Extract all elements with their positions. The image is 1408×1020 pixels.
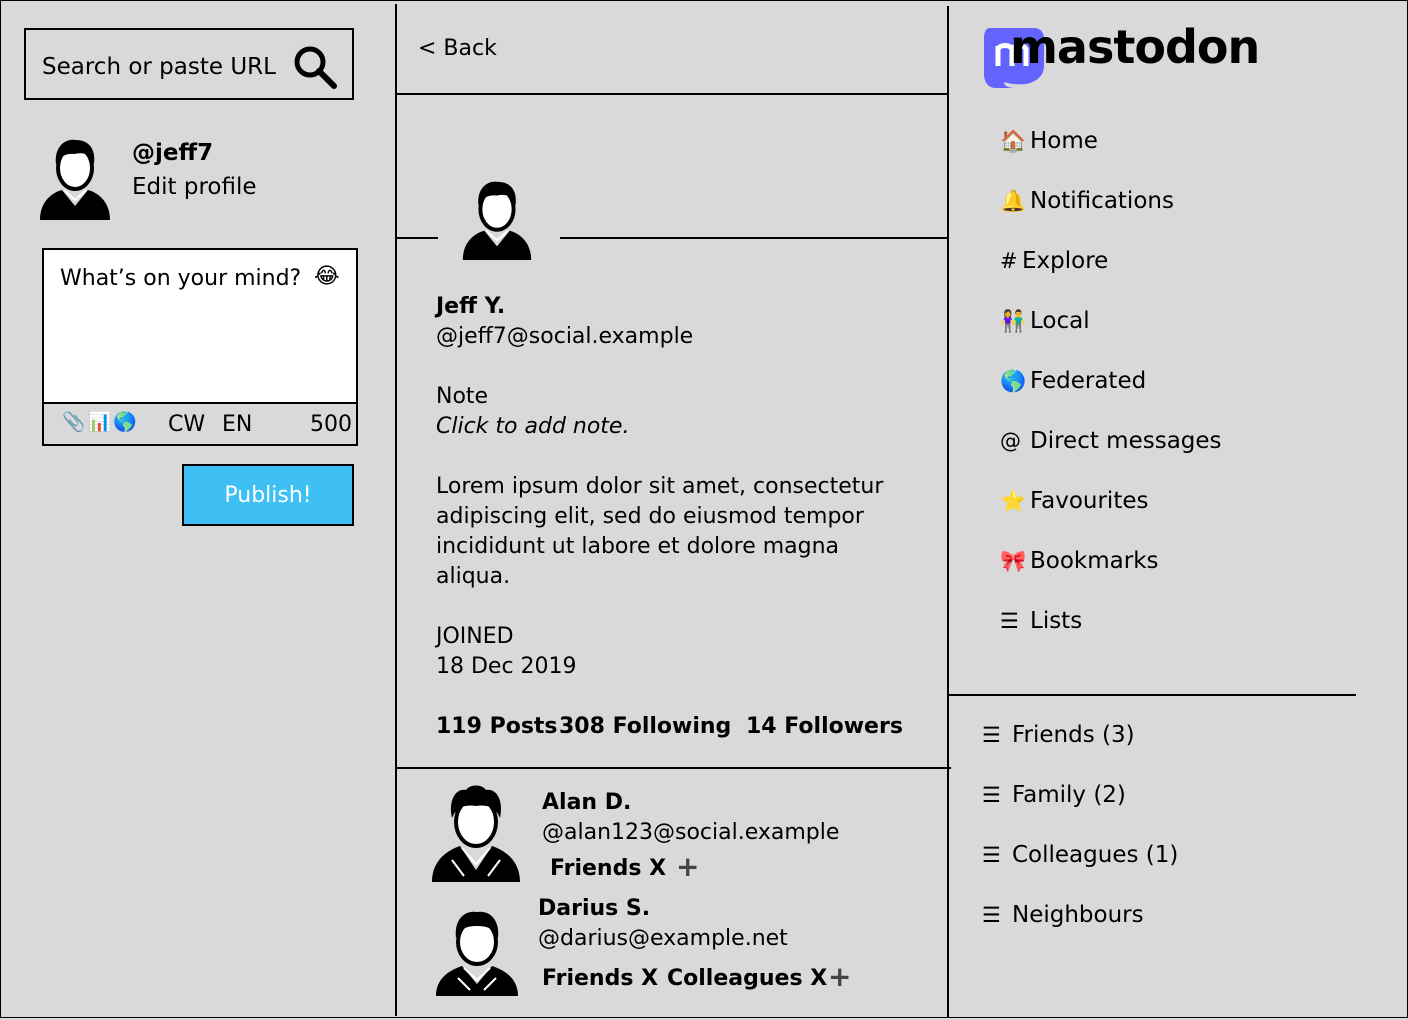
list-icon: ☰: [982, 903, 1001, 927]
profile-divider-right: [560, 237, 948, 239]
posts-count[interactable]: 119 Posts: [436, 714, 558, 739]
column-divider-right: [947, 6, 949, 1018]
list-icon: ☰: [982, 843, 1001, 867]
list-item-family[interactable]: ☰ Family (2): [982, 782, 1126, 808]
joined-label: JOINED: [436, 624, 514, 649]
follow-name[interactable]: Alan D.: [542, 790, 631, 815]
content-warning-button[interactable]: CW: [168, 412, 205, 437]
nav-item-home[interactable]: 🏠 Home: [1000, 128, 1098, 154]
note-label: Note: [436, 384, 489, 409]
list-tag-friends[interactable]: Friends X: [550, 856, 666, 881]
list-item-colleagues[interactable]: ☰ Colleagues (1): [982, 842, 1178, 868]
list-tag-colleagues[interactable]: Colleagues X: [667, 966, 827, 991]
list-item-neighbours[interactable]: ☰ Neighbours: [982, 902, 1144, 928]
add-to-list-icon[interactable]: +: [828, 960, 851, 993]
nav-item-label: Favourites: [1030, 488, 1149, 514]
joined-date: 18 Dec 2019: [436, 654, 577, 679]
follows-divider: [397, 767, 951, 769]
publish-button[interactable]: Publish!: [182, 464, 354, 526]
bell-icon: 🔔: [1000, 188, 1027, 213]
list-icon: ☰: [1000, 609, 1019, 633]
compose-box[interactable]: What’s on your mind? 😂 📎📊🌎 CW EN 500: [42, 248, 358, 446]
following-count[interactable]: 308 Following: [559, 714, 731, 739]
home-icon: 🏠: [1000, 128, 1027, 153]
note-input[interactable]: Click to add note.: [436, 414, 629, 439]
follow-avatar-icon: [432, 785, 520, 882]
language-button[interactable]: EN: [222, 412, 252, 437]
people-icon: 👫: [1000, 308, 1027, 333]
list-item-label: Colleagues (1): [1012, 842, 1179, 868]
user-avatar-icon[interactable]: [40, 136, 110, 220]
follow-avatar-icon: [436, 911, 518, 996]
bio-line: Lorem ipsum dolor sit amet, consectetur: [436, 474, 884, 499]
bio-line: adipiscing elit, sed do eiusmod tempor: [436, 504, 864, 529]
followers-count[interactable]: 14 Followers: [746, 714, 903, 739]
list-icon: ☰: [982, 783, 1001, 807]
globe-icon: 🌎: [1000, 368, 1027, 393]
list-item-friends[interactable]: ☰ Friends (3): [982, 722, 1135, 748]
follow-handle: @alan123@social.example: [542, 820, 840, 845]
compose-toolbar: 📎📊🌎 CW EN 500: [44, 402, 356, 444]
back-button[interactable]: < Back: [418, 36, 497, 61]
compose-textarea[interactable]: What’s on your mind?: [60, 266, 301, 291]
column-divider-left: [395, 4, 397, 1016]
account-handle: @jeff7@social.example: [436, 324, 694, 349]
star-icon: ⭐: [1000, 488, 1027, 513]
list-item-label: Family (2): [1012, 782, 1126, 808]
nav-item-notifications[interactable]: 🔔 Notifications: [1000, 188, 1174, 214]
attach-poll-visibility-icons[interactable]: 📎📊🌎: [62, 410, 139, 433]
nav-item-bookmarks[interactable]: 🎀 Bookmarks: [1000, 548, 1159, 574]
list-item-label: Friends (3): [1012, 722, 1135, 748]
nav-item-favourites[interactable]: ⭐ Favourites: [1000, 488, 1148, 514]
bio-line: aliqua.: [436, 564, 511, 589]
profile-handle: @jeff7: [132, 140, 214, 166]
nav-item-label: Local: [1030, 308, 1090, 334]
at-icon: @: [1000, 429, 1021, 453]
nav-item-direct-messages[interactable]: @ Direct messages: [1000, 428, 1222, 454]
account-avatar-icon: [462, 181, 532, 260]
nav-item-local[interactable]: 👫 Local: [1000, 308, 1090, 334]
bio-line: incididunt ut labore et dolore magna: [436, 534, 840, 559]
list-tag-friends[interactable]: Friends X: [542, 966, 658, 991]
nav-item-label: Direct messages: [1030, 428, 1222, 454]
nav-item-lists[interactable]: ☰ Lists: [1000, 608, 1082, 634]
emoji-picker-icon[interactable]: 😂: [314, 264, 340, 289]
hashtag-icon: #: [1000, 249, 1018, 273]
account-display-name: Jeff Y.: [436, 294, 506, 319]
nav-item-federated[interactable]: 🌎 Federated: [1000, 368, 1146, 394]
search-icon[interactable]: [292, 44, 338, 90]
nav-item-explore[interactable]: # Explore: [1000, 248, 1108, 274]
character-count: 500: [310, 412, 352, 437]
nav-item-label: Home: [1030, 128, 1098, 154]
search-box[interactable]: Search or paste URL: [24, 28, 354, 100]
lists-divider: [949, 694, 1356, 696]
nav-item-label: Bookmarks: [1030, 548, 1159, 574]
follow-handle: @darius@example.net: [538, 926, 788, 951]
list-icon: ☰: [982, 723, 1001, 747]
nav-item-label: Notifications: [1030, 188, 1174, 214]
ribbon-icon: 🎀: [1000, 548, 1027, 573]
nav-item-label: Lists: [1030, 608, 1083, 634]
brand-name[interactable]: mastodon: [1010, 20, 1260, 74]
follow-name[interactable]: Darius S.: [538, 896, 650, 921]
list-item-label: Neighbours: [1012, 902, 1144, 928]
edit-profile-link[interactable]: Edit profile: [132, 174, 257, 200]
profile-divider-left: [397, 237, 438, 239]
header-divider: [395, 93, 948, 95]
nav-item-label: Federated: [1030, 368, 1147, 394]
add-to-list-icon[interactable]: +: [676, 850, 699, 883]
search-input[interactable]: Search or paste URL: [42, 54, 276, 80]
nav-item-label: Explore: [1022, 248, 1109, 274]
